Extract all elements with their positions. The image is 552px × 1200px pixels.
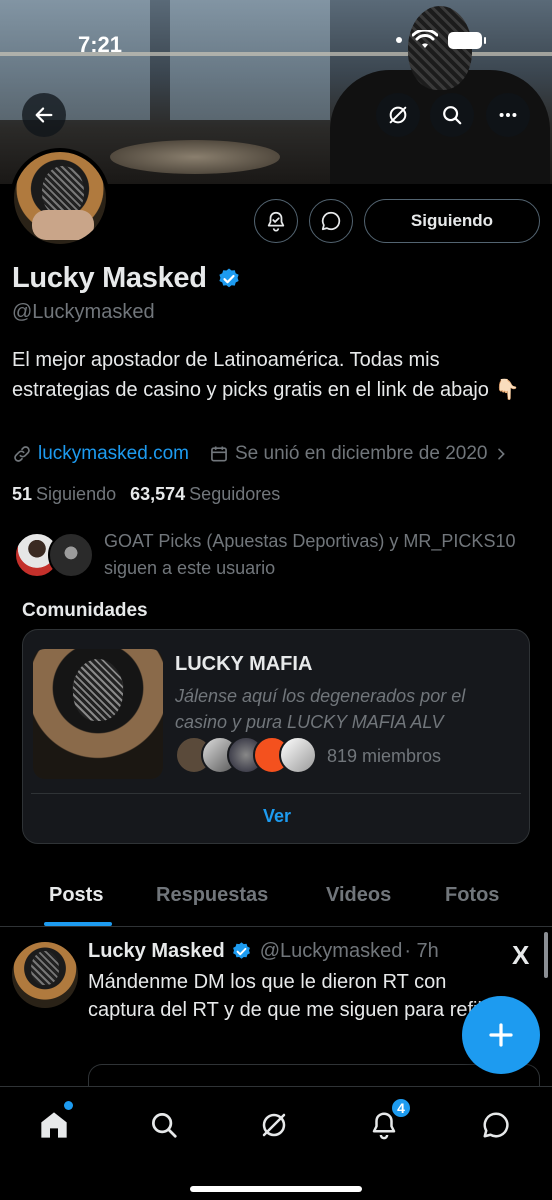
search-icon [443, 106, 462, 125]
community-view-button[interactable]: Ver [23, 806, 531, 827]
nav-home[interactable] [34, 1105, 74, 1145]
tab-fotos[interactable]: Fotos [445, 884, 499, 907]
community-name: LUCKY MAFIA [175, 653, 313, 675]
profile-name-row: Lucky Masked [12, 262, 241, 295]
more-button[interactable] [486, 93, 530, 137]
notifications-badge: 4 [390, 1097, 412, 1119]
profile-meta: luckymasked.com Se unió en diciembre de … [12, 443, 509, 465]
tab-respuestas[interactable]: Respuestas [156, 884, 268, 907]
followers-count: 63,574 [130, 484, 186, 504]
member-avatar [279, 736, 317, 774]
grok-icon [262, 1113, 286, 1137]
following-stat[interactable]: 51 Siguiendo [12, 484, 116, 505]
tab-videos[interactable]: Videos [326, 884, 391, 907]
profile-bio: El mejor apostador de Latinoamérica. Tod… [12, 349, 520, 401]
following-button[interactable]: Siguiendo [364, 199, 540, 243]
followers-stat[interactable]: 63,574 Seguidores [130, 484, 280, 505]
home-unread-dot [64, 1101, 73, 1110]
community-description: Jálense aquí los degenerados por el casi… [175, 686, 466, 732]
tabs-divider [0, 926, 552, 927]
profile-name: Lucky Masked [12, 262, 207, 294]
home-indicator [190, 1186, 362, 1192]
post-author-name[interactable]: Lucky Masked [88, 940, 225, 963]
nav-messages[interactable] [476, 1105, 516, 1145]
grok-button[interactable] [376, 93, 420, 137]
compose-button[interactable] [462, 996, 540, 1074]
followed-by-avatars[interactable] [14, 532, 94, 580]
wifi-icon [412, 30, 438, 48]
banner-window [170, 0, 330, 120]
post-avatar-mask [31, 951, 59, 985]
community-image-mask [73, 659, 123, 721]
back-button[interactable] [22, 93, 66, 137]
profile-joined-text: Se unió en diciembre de 2020 [235, 443, 488, 464]
plus-icon [489, 1023, 513, 1047]
post-author-handle: @Luckymasked [259, 940, 403, 962]
follower-avatar [48, 532, 94, 578]
community-divider [31, 793, 521, 794]
post-text[interactable]: Mándenme DM los que le dieron RT con cap… [88, 968, 488, 1024]
post-header: Lucky Masked @Luckymasked · 7h [88, 940, 439, 963]
message-icon [321, 211, 341, 231]
banner-table [110, 140, 280, 174]
profile-handle: @Luckymasked [12, 301, 155, 323]
following-count: 51 [12, 484, 33, 504]
notify-button[interactable] [254, 199, 298, 243]
x-logo-icon: X [512, 940, 530, 970]
community-card[interactable]: LUCKY MAFIA Jálense aquí los degenerados… [22, 629, 530, 844]
communities-title: Comunidades [22, 600, 148, 621]
nav-grok[interactable] [254, 1105, 294, 1145]
back-arrow-icon [35, 107, 53, 123]
community-members-count: 819 miembros [327, 746, 442, 766]
banner-window [0, 0, 150, 120]
message-icon [483, 1112, 509, 1138]
nav-search[interactable] [144, 1105, 184, 1145]
home-icon [41, 1112, 67, 1138]
tab-posts[interactable]: Posts [49, 884, 103, 907]
avatar-mask [42, 166, 84, 216]
profile-joined[interactable]: Se unió en diciembre de 2020 [209, 443, 509, 465]
grok-icon [389, 106, 407, 124]
link-icon [14, 446, 30, 462]
search-button[interactable] [430, 93, 474, 137]
status-time: 7:21 [78, 32, 123, 57]
chevron-right-icon [498, 448, 506, 460]
profile-website-link[interactable]: luckymasked.com [38, 443, 189, 465]
scrollbar[interactable] [544, 932, 548, 978]
profile-tabs: Posts Respuestas Videos Fotos [0, 872, 552, 928]
more-icon [499, 112, 517, 118]
battery-icon [448, 31, 486, 49]
post-author-avatar[interactable] [12, 942, 78, 1008]
signal-icon [396, 37, 402, 43]
followers-label: Seguidores [189, 484, 281, 504]
profile-stats: 51 Siguiendo 63,574 Seguidores [12, 484, 280, 505]
followed-by-text[interactable]: GOAT Picks (Apuestas Deportivas) y MR_PI… [104, 528, 544, 582]
following-label: Siguiendo [36, 484, 117, 504]
status-icons [396, 30, 486, 50]
community-member-avatars [175, 736, 317, 776]
profile-avatar[interactable] [10, 148, 110, 248]
notification-bell-icon [267, 211, 285, 232]
verified-badge-icon [232, 942, 250, 959]
community-image [33, 649, 163, 779]
message-button[interactable] [309, 199, 353, 243]
bottom-nav: 4 [0, 1086, 552, 1200]
calendar-icon [211, 446, 227, 462]
avatar-hands [32, 210, 94, 240]
verified-badge-icon[interactable] [217, 267, 241, 291]
post-time: · 7h [404, 940, 439, 962]
search-icon [152, 1113, 177, 1138]
